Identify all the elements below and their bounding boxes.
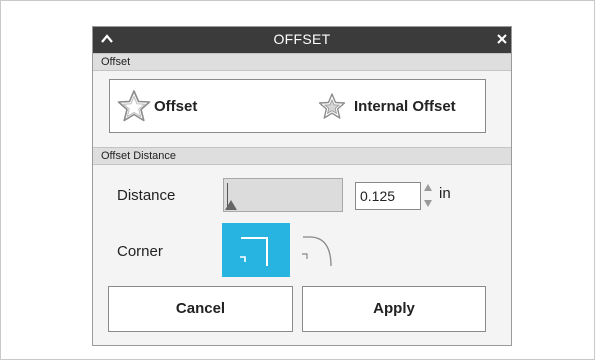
star-outline-icon bbox=[116, 88, 152, 124]
spinner-arrows-icon[interactable] bbox=[423, 180, 433, 212]
dialog-title: OFFSET bbox=[273, 31, 331, 47]
round-corner-icon bbox=[299, 236, 339, 274]
cancel-button[interactable]: Cancel bbox=[108, 286, 293, 332]
close-icon[interactable] bbox=[495, 32, 509, 46]
square-corner-button[interactable] bbox=[222, 223, 290, 277]
offset-type-selector: Offset Internal Offset bbox=[109, 79, 486, 133]
title-bar: OFFSET bbox=[93, 27, 511, 53]
distance-slider[interactable] bbox=[223, 178, 343, 212]
distance-unit: in bbox=[439, 185, 451, 202]
offset-option-label: Offset bbox=[154, 97, 198, 115]
distance-label: Distance bbox=[117, 187, 176, 204]
offset-section-header: Offset bbox=[93, 53, 511, 71]
internal-offset-option-label: Internal Offset bbox=[354, 97, 456, 115]
internal-offset-option[interactable]: Internal Offset bbox=[318, 80, 456, 132]
distance-input[interactable] bbox=[355, 182, 421, 210]
star-inset-icon bbox=[318, 92, 346, 120]
offset-option[interactable]: Offset bbox=[116, 80, 197, 132]
offset-dialog: OFFSET Offset Offset Internal Offset Off… bbox=[92, 26, 512, 346]
corner-label: Corner bbox=[117, 243, 163, 260]
apply-button[interactable]: Apply bbox=[302, 286, 486, 332]
round-corner-button[interactable] bbox=[299, 230, 339, 270]
offset-distance-section-header: Offset Distance bbox=[93, 147, 511, 165]
square-corner-icon bbox=[222, 237, 290, 281]
slider-thumb[interactable] bbox=[225, 200, 237, 210]
